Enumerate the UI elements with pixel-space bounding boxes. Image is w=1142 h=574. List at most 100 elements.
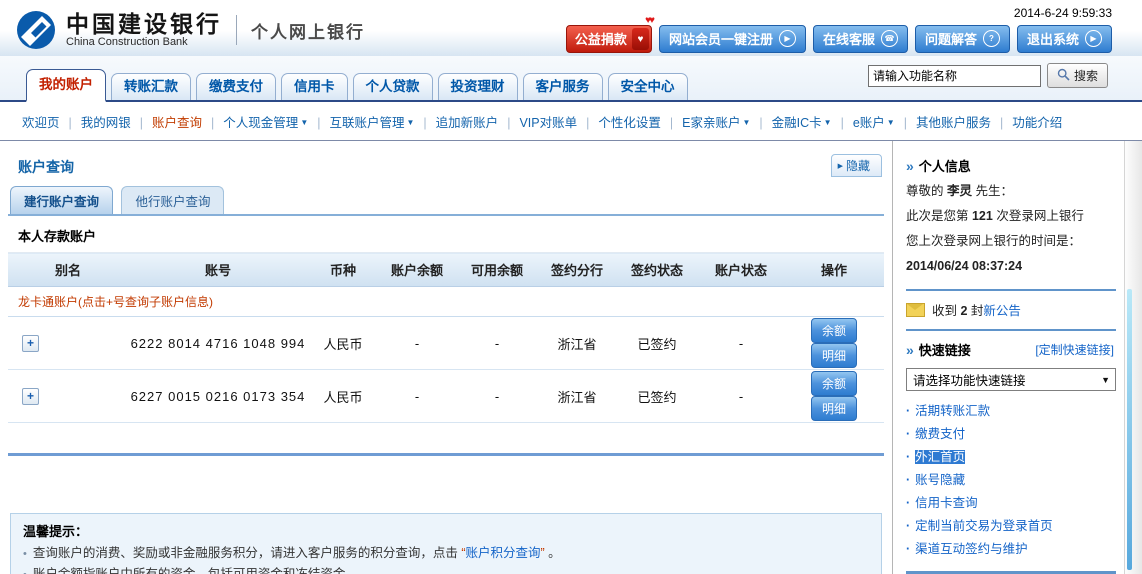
col-alias: 别名 [8, 252, 128, 287]
login-count: 121 [971, 209, 993, 223]
tab-security-center[interactable]: 安全中心 [607, 73, 688, 100]
available-balance: - [456, 316, 538, 370]
quick-link-select[interactable]: 请选择功能快速链接 ▼ [906, 368, 1116, 391]
tab-other-bank-query[interactable]: 他行账户查询 [121, 186, 225, 214]
sign-status: 已签约 [616, 316, 698, 370]
col-available: 可用余额 [456, 252, 538, 287]
new-notice-link[interactable]: 新公告 [983, 304, 1021, 318]
quick-link-forex-home[interactable]: 外汇首页 [906, 446, 1116, 469]
function-search: 搜索 [867, 63, 1108, 88]
tab-credit-card[interactable]: 信用卡 [281, 73, 348, 100]
topbar-right: 2014-6-24 9:59:33 公益捐款 ♥ ♥♥ 网站会员一键注册 ▶ 在… [565, 0, 1112, 56]
branch: 浙江省 [538, 316, 616, 370]
account-query-tabs: 建行账户查询 他行账户查询 [8, 186, 884, 216]
subnav-family-account[interactable]: E家亲账户 ▼ [682, 112, 772, 131]
heart-icon: ♥ [631, 28, 649, 50]
topbar-buttons: 公益捐款 ♥ ♥♥ 网站会员一键注册 ▶ 在线客服 ☎ 问题解答 ? 退出系统 … [565, 15, 1112, 53]
search-input[interactable] [867, 64, 1041, 87]
tab-transfer[interactable]: 转账汇款 [111, 73, 191, 100]
sidebar-divider [906, 289, 1116, 291]
chevron-down-icon: ▼ [742, 117, 751, 127]
tab-investment[interactable]: 投资理财 [437, 73, 518, 100]
tab-ccb-account-query[interactable]: 建行账户查询 [10, 186, 114, 214]
register-button[interactable]: 网站会员一键注册 ▶ [658, 25, 806, 53]
online-service-button[interactable]: 在线客服 ☎ [812, 25, 908, 53]
quick-link-credit-card-query[interactable]: 信用卡查询 [906, 492, 1116, 515]
bank-name-en: China Construction Bank [66, 36, 188, 48]
accounts-table: 别名 账号 币种 账户余额 可用余额 签约分行 签约状态 账户状态 操作 龙卡通… [8, 252, 884, 423]
ccb-logo-icon [16, 10, 56, 50]
search-button[interactable]: 搜索 [1046, 63, 1108, 88]
brand: 中国建设银行 China Construction Bank 个人网上银行 [16, 0, 365, 56]
balance: - [378, 369, 456, 423]
subnav-ic-card[interactable]: 金融IC卡 ▼ [772, 112, 853, 131]
points-query-link[interactable]: 账户积分查询 [466, 546, 541, 560]
faq-button[interactable]: 问题解答 ? [914, 25, 1010, 53]
envelope-icon [906, 302, 925, 317]
col-actions: 操作 [784, 252, 884, 287]
quick-link-set-login-home[interactable]: 定制当前交易为登录首页 [906, 515, 1116, 538]
logout-button[interactable]: 退出系统 ▶ [1016, 25, 1112, 53]
sub-nav: 欢迎页 我的网银 账户查询 个人现金管理▼ 互联账户管理▼ 追加新账户 VIP对… [0, 102, 1142, 141]
subnav-feature-intro[interactable]: 功能介绍 [1012, 112, 1062, 131]
group-row: 龙卡通账户(点击+号查询子账户信息) [8, 286, 884, 317]
chevrons-icon: » [906, 341, 914, 358]
subnav-other-services[interactable]: 其他账户服务 [916, 112, 1012, 131]
customize-quick-links[interactable]: [定制快速链接] [1035, 341, 1114, 358]
question-icon: ? [982, 30, 1000, 47]
available-balance: - [456, 369, 538, 423]
chevron-down-icon: ▼ [406, 117, 415, 127]
subnav-e-account[interactable]: e账户 ▼ [853, 112, 916, 131]
detail-button[interactable]: 明细 [811, 343, 857, 368]
subnav-vip-statement[interactable]: VIP对账单 [519, 112, 598, 131]
triangle-right-icon: ▶ [837, 162, 843, 170]
login-count-line: 此次是您第 121 次登录网上银行 [906, 209, 1084, 223]
personal-info-header: » 个人信息 [906, 157, 971, 175]
donate-button[interactable]: 公益捐款 ♥ ♥♥ [565, 15, 655, 53]
tab-my-accounts[interactable]: 我的账户 [26, 69, 106, 102]
tab-personal-loan[interactable]: 个人贷款 [352, 73, 433, 100]
subnav-linked-accounts[interactable]: 互联账户管理 ▼ [329, 112, 435, 131]
tip-line: 查询账户的消费、奖励或非金融服务积分，请进入客户服务的积分查询，点击 “账户积分… [23, 543, 869, 564]
quick-links-header: » 快速链接 [定制快速链接] [906, 341, 1114, 359]
subnav-my-ebank[interactable]: 我的网银 [81, 112, 152, 131]
scrollbar-thumb[interactable] [1127, 289, 1132, 570]
tab-customer-service[interactable]: 客户服务 [522, 73, 603, 100]
detail-button[interactable]: 明细 [811, 396, 857, 421]
main-nav: 我的账户 转账汇款 缴费支付 信用卡 个人贷款 投资理财 客户服务 安全中心 搜… [0, 56, 1142, 102]
col-balance: 账户余额 [378, 252, 456, 287]
bank-name-cn: 中国建设银行 [66, 11, 222, 37]
subnav-personalization[interactable]: 个性化设置 [598, 112, 682, 131]
subnav-add-account[interactable]: 追加新账户 [436, 112, 520, 131]
table-row: + 6227 0015 0216 0173 354 人民币 - - 浙江省 已签… [8, 369, 884, 423]
balance: - [378, 316, 456, 370]
tab-payments[interactable]: 缴费支付 [196, 73, 276, 100]
balance-button[interactable]: 余额 [811, 371, 857, 396]
quick-link-channel-signing[interactable]: 渠道互动签约与维护 [906, 538, 1116, 561]
body: 账户查询 ▶ 隐藏 建行账户查询 他行账户查询 本人存款账户 别名 账号 币种 … [0, 141, 1142, 574]
search-icon [1057, 68, 1070, 84]
hearts-decor-icon: ♥♥ [645, 15, 655, 26]
brand-names: 中国建设银行 China Construction Bank [66, 12, 222, 48]
expand-plus-button[interactable]: + [22, 334, 39, 352]
account-status: - [698, 369, 784, 423]
subnav-welcome[interactable]: 欢迎页 [22, 112, 81, 131]
hide-panel-button[interactable]: ▶ 隐藏 [830, 154, 882, 177]
scrollbar-track[interactable] [1124, 141, 1142, 574]
sign-status: 已签约 [616, 369, 698, 423]
currency: 人民币 [308, 316, 378, 370]
quick-link-hide-account[interactable]: 账号隐藏 [906, 469, 1116, 492]
chevron-down-icon: ▼ [300, 117, 309, 127]
subnav-account-inquiry[interactable]: 账户查询 [152, 112, 223, 131]
portal-title: 个人网上银行 [251, 22, 365, 42]
currency: 人民币 [308, 369, 378, 423]
chevron-down-icon: ▼ [1101, 374, 1110, 385]
expand-plus-button[interactable]: + [22, 387, 39, 405]
content-header: 账户查询 ▶ 隐藏 [8, 151, 884, 177]
subnav-cash-management[interactable]: 个人现金管理 ▼ [223, 112, 329, 131]
quick-link-payment[interactable]: 缴费支付 [906, 423, 1116, 446]
quick-link-transfer[interactable]: 活期转账汇款 [906, 400, 1116, 423]
page-title: 账户查询 [18, 159, 74, 175]
col-account-number: 账号 [128, 252, 308, 287]
balance-button[interactable]: 余额 [811, 318, 857, 343]
